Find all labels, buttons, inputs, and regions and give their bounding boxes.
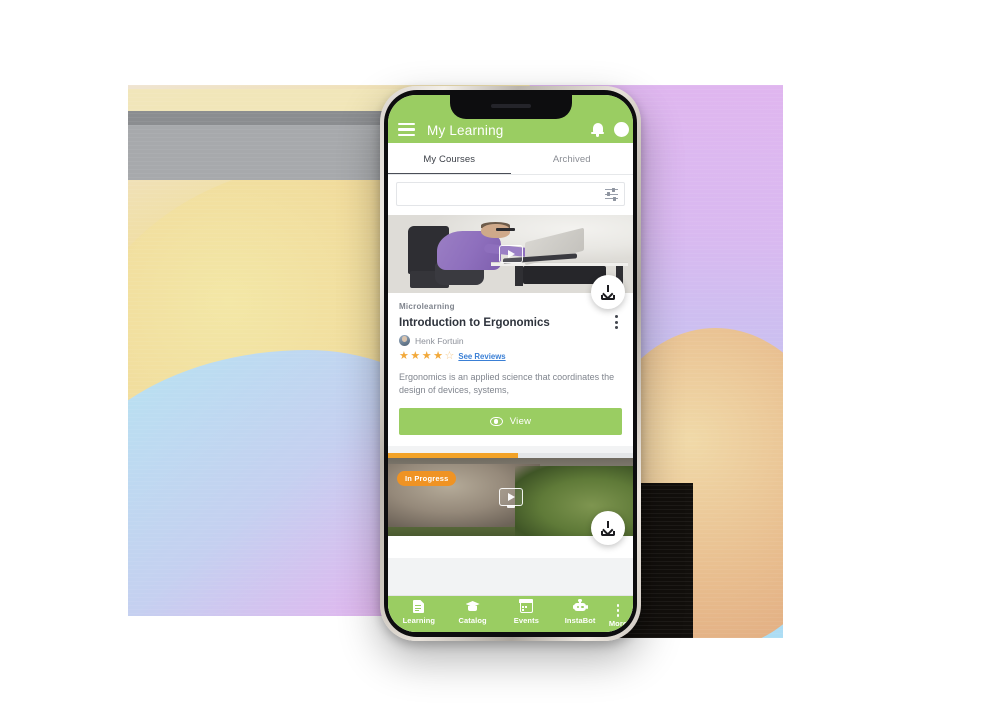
hamburger-icon[interactable] — [398, 123, 415, 136]
tab-archived-label: Archived — [552, 153, 591, 165]
phone-bezel: My Learning My Courses Archived Microlea… — [384, 90, 637, 637]
avatar[interactable] — [614, 122, 629, 137]
course-author: Henk Fortuin — [399, 335, 622, 346]
nav-item-catalog[interactable]: Catalog — [446, 600, 500, 625]
nav-item-instabot[interactable]: InstaBot — [553, 598, 607, 625]
nav-item-events[interactable]: Events — [500, 599, 554, 625]
bottom-navigation: Learning Catalog Events InstaBot More — [388, 596, 633, 632]
nav-label-learning: Learning — [402, 616, 436, 625]
see-reviews-link[interactable]: See Reviews — [458, 352, 505, 361]
phone-notch — [449, 95, 572, 119]
course-rating: ★ ★ ★ ★ ☆ See Reviews — [399, 351, 622, 362]
tab-bar: My Courses Archived — [388, 143, 633, 175]
course-card[interactable]: Microlearning Introduction to Ergonomics… — [388, 215, 633, 447]
view-button-label: View — [509, 416, 532, 428]
download-icon — [601, 521, 616, 536]
screenshot-stage: My Learning My Courses Archived Microlea… — [0, 0, 1000, 723]
course-title: Introduction to Ergonomics — [399, 317, 550, 329]
status-badge: In Progress — [397, 471, 457, 487]
nav-item-more[interactable]: More — [607, 600, 629, 628]
eye-icon — [489, 417, 503, 427]
tab-my-courses-label: My Courses — [423, 153, 476, 165]
bell-icon[interactable] — [591, 122, 604, 137]
star-rating: ★ ★ ★ ★ ☆ — [399, 351, 454, 362]
calendar-icon — [519, 599, 534, 614]
download-button[interactable] — [591, 275, 625, 309]
nav-label-more: More — [608, 618, 628, 628]
play-button-icon[interactable] — [498, 245, 523, 263]
play-button-icon[interactable] — [498, 488, 523, 507]
nav-label-instabot: InstaBot — [564, 616, 596, 625]
author-name: Henk Fortuin — [415, 335, 464, 346]
page-title: My Learning — [427, 123, 504, 138]
illustration-head — [481, 223, 511, 238]
download-icon — [601, 285, 616, 300]
course-card-body: Microlearning Introduction to Ergonomics… — [388, 293, 633, 446]
document-icon — [412, 600, 426, 614]
star-icon: ★ — [399, 350, 409, 362]
search-input[interactable] — [403, 189, 605, 199]
illustration-desk-leg — [515, 265, 523, 286]
nav-label-catalog: Catalog — [458, 616, 487, 625]
download-button[interactable] — [591, 511, 625, 546]
kebab-menu-icon — [616, 601, 620, 617]
kebab-menu-icon[interactable] — [615, 315, 618, 330]
header-actions — [591, 122, 629, 137]
illustration-glasses — [495, 228, 516, 231]
phone-screen: My Learning My Courses Archived Microlea… — [388, 95, 633, 632]
nav-label-events: Events — [513, 616, 539, 625]
view-button[interactable]: View — [399, 408, 622, 436]
earpiece-speaker — [490, 104, 531, 108]
nav-item-learning[interactable]: Learning — [392, 600, 446, 625]
graduation-cap-icon — [465, 600, 480, 614]
star-icon: ★ — [433, 350, 443, 362]
content-scroll-area[interactable]: Microlearning Introduction to Ergonomics… — [388, 175, 633, 632]
star-icon: ★ — [410, 350, 421, 362]
course-description: Ergonomics is an applied science that co… — [399, 372, 615, 396]
tab-my-courses[interactable]: My Courses — [388, 143, 511, 175]
course-card-in-progress[interactable]: In Progress — [388, 453, 633, 559]
tab-archived[interactable]: Archived — [511, 143, 634, 175]
filter-sliders-icon[interactable] — [605, 187, 618, 201]
robot-icon — [572, 598, 588, 614]
search-bar-container — [388, 175, 633, 215]
phone-mockup: My Learning My Courses Archived Microlea… — [380, 86, 641, 641]
search-box[interactable] — [396, 182, 625, 206]
author-avatar — [399, 335, 410, 346]
star-icon-empty: ☆ — [444, 350, 455, 362]
course-category: Microlearning — [399, 302, 455, 311]
star-icon: ★ — [421, 350, 432, 362]
